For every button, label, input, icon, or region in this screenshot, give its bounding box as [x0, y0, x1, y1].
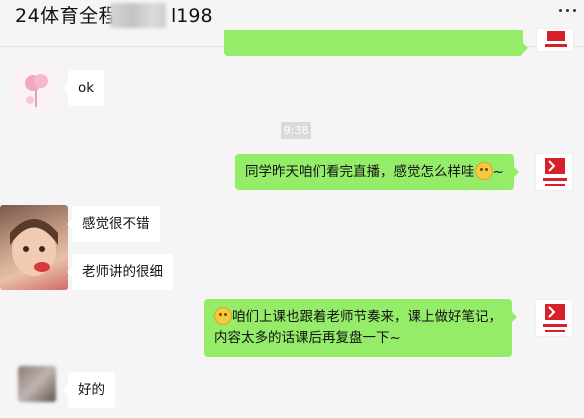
title-redacted-blur: [110, 3, 166, 28]
message-text: 同学昨天咱们看完直播，感觉怎么样哇: [245, 164, 475, 180]
teacher-avatar[interactable]: [536, 28, 574, 52]
chat-title: 24体育全程: [15, 5, 119, 27]
message-bubble-outgoing[interactable]: 同学昨天咱们看完直播，感觉怎么样哇 ~: [235, 154, 519, 190]
smile-emoji-icon: [474, 162, 493, 180]
message-text-line2: 内容太多的话课后再复盘一下~: [214, 330, 401, 346]
more-dots-icon[interactable]: [555, 3, 579, 17]
message-bubble-incoming[interactable]: 感觉很不错: [67, 206, 160, 242]
message-text: 好的: [78, 382, 105, 398]
grin-emoji-icon: [214, 307, 232, 325]
message-text-line1: 咱们上课也跟着老师节奏来，课上做好笔记，: [232, 309, 502, 325]
message-text-suffix: ~: [492, 164, 504, 180]
message-text: 老师讲的很细: [82, 264, 163, 280]
chat-title-suffix: l198: [171, 5, 213, 27]
student-avatar-pink[interactable]: [12, 65, 60, 110]
message-text: 感觉很不错: [82, 216, 150, 232]
student-avatar-blurred[interactable]: [18, 366, 56, 402]
teacher-avatar[interactable]: [535, 299, 573, 337]
message-bubble-incoming[interactable]: 好的: [63, 372, 115, 408]
message-bubble-outgoing[interactable]: 咱们上课也跟着老师节奏来，课上做好笔记， 内容太多的话课后再复盘一下~: [204, 299, 517, 357]
message-bubble-outgoing-cut[interactable]: [224, 30, 528, 56]
message-bubble-incoming[interactable]: ok: [62, 70, 105, 106]
student-avatar-child[interactable]: [0, 205, 68, 290]
message-bubble-incoming[interactable]: 老师讲的很细: [67, 254, 173, 290]
teacher-avatar[interactable]: [535, 153, 573, 191]
timestamp-badge: 9:38: [281, 122, 311, 139]
message-text: ok: [78, 80, 95, 96]
